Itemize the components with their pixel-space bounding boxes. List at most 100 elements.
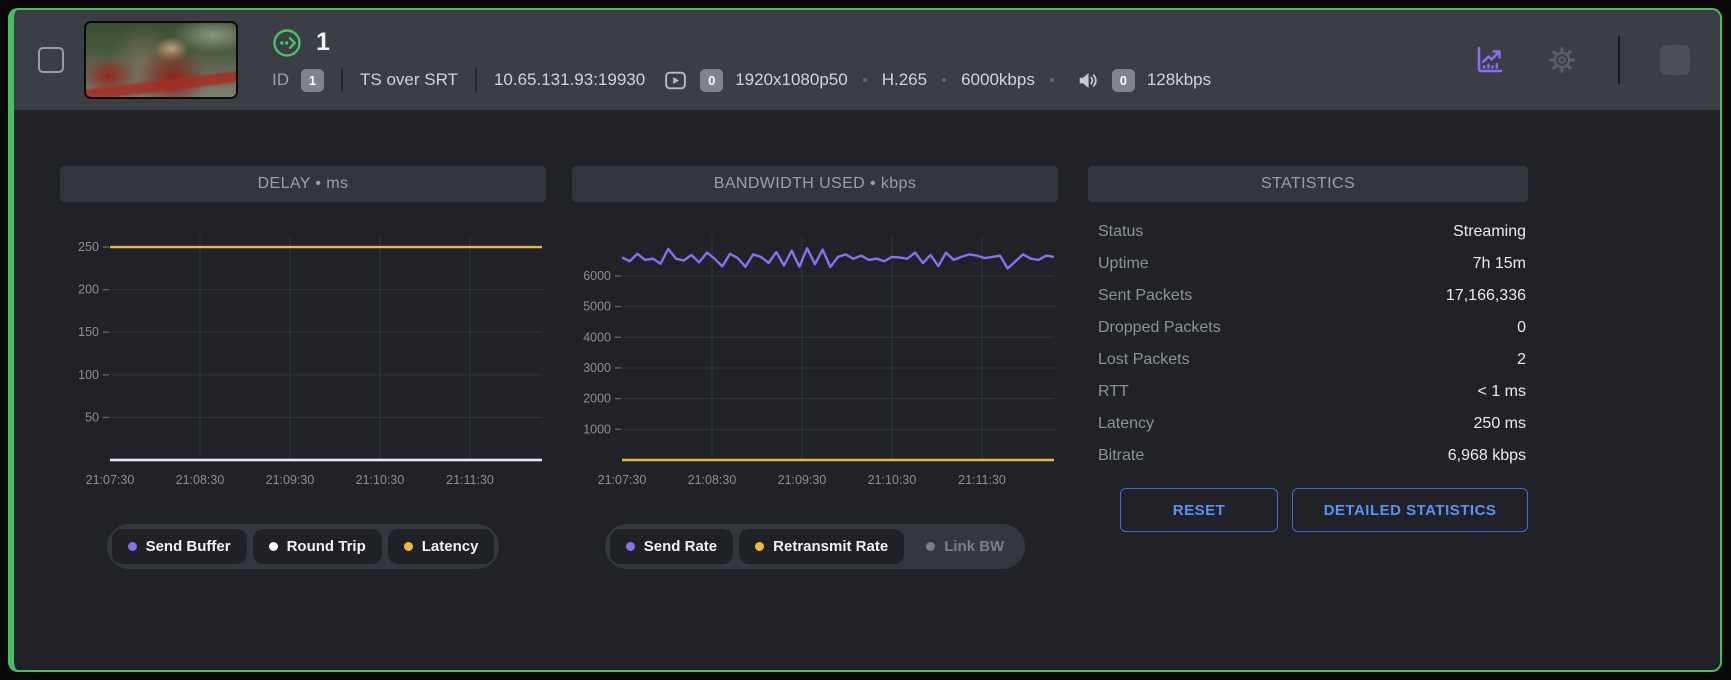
stat-row-rtt: RTT < 1 ms — [1088, 376, 1528, 408]
svg-text:3000: 3000 — [583, 361, 611, 375]
legend-dot — [404, 542, 413, 551]
bandwidth-panel: BANDWIDTH USED • kbps 100020003000400050… — [572, 166, 1058, 569]
stat-value: 7h 15m — [1473, 255, 1526, 273]
svg-text:250: 250 — [78, 240, 99, 254]
select-stream-checkbox[interactable] — [38, 47, 64, 73]
video-thumbnail-preview[interactable] — [84, 21, 238, 99]
legend-item-latency[interactable]: Latency — [388, 529, 495, 564]
dot-separator — [1050, 78, 1054, 82]
delay-chart-legend: Send Buffer Round Trip Latency — [107, 524, 500, 569]
stat-label: Sent Packets — [1098, 287, 1192, 305]
legend-item-send-rate[interactable]: Send Rate — [610, 529, 733, 564]
separator — [1618, 36, 1620, 84]
legend-label: Retransmit Rate — [773, 538, 888, 555]
legend-item-link-bw[interactable]: Link BW — [910, 529, 1020, 564]
svg-text:5000: 5000 — [583, 300, 611, 314]
svg-text:21:10:30: 21:10:30 — [356, 473, 405, 487]
legend-label: Send Buffer — [146, 538, 231, 555]
svg-text:21:07:30: 21:07:30 — [86, 473, 135, 487]
dot-separator — [863, 78, 867, 82]
stream-address: 10.65.131.93:19930 — [494, 70, 645, 90]
stream-info-block: 1 ID 1 TS over SRT 10.65.131.93:19930 0 … — [272, 28, 1211, 93]
legend-dot — [626, 542, 635, 551]
header-actions — [1472, 36, 1690, 84]
legend-dot — [269, 542, 278, 551]
svg-text:50: 50 — [85, 410, 99, 424]
svg-text:21:08:30: 21:08:30 — [176, 473, 225, 487]
legend-label: Send Rate — [644, 538, 717, 555]
audio-bitrate: 128kbps — [1147, 70, 1211, 90]
svg-text:150: 150 — [78, 325, 99, 339]
stat-value: 6,968 kbps — [1448, 447, 1526, 465]
svg-text:21:07:30: 21:07:30 — [598, 473, 647, 487]
reset-button[interactable]: RESET — [1120, 488, 1278, 532]
svg-text:2000: 2000 — [583, 392, 611, 406]
video-codec: H.265 — [882, 70, 927, 90]
stream-card: 1 ID 1 TS over SRT 10.65.131.93:19930 0 … — [8, 8, 1722, 672]
id-label: ID — [272, 70, 289, 90]
video-bitrate: 6000kbps — [961, 70, 1035, 90]
delay-chart: 50 100 150 200 250 21:07:30 21:08:30 21:09:30 21… — [60, 222, 546, 494]
stat-row-bitrate: Bitrate 6,968 kbps — [1088, 440, 1528, 472]
legend-dot — [755, 542, 764, 551]
statistics-panel-title: STATISTICS — [1088, 166, 1528, 202]
legend-item-round-trip[interactable]: Round Trip — [253, 529, 382, 564]
stat-row-status: Status Streaming — [1088, 216, 1528, 248]
svg-text:200: 200 — [78, 283, 99, 297]
stat-label: Status — [1098, 223, 1143, 241]
legend-dot — [926, 542, 935, 551]
legend-label: Round Trip — [287, 538, 366, 555]
stat-value: 17,166,336 — [1446, 287, 1526, 305]
stream-card-body: DELAY • ms 50 100 150 200 250 21:07:30 21:08:3… — [14, 110, 1720, 670]
stream-details-row: ID 1 TS over SRT 10.65.131.93:19930 0 19… — [272, 68, 1211, 93]
statistics-rows: Status Streaming Uptime7h 15m Sent Packets 1… — [1088, 216, 1528, 472]
stat-value: Streaming — [1453, 223, 1526, 241]
bandwidth-chart: 10002000300040005000600021:07:3021:08:30… — [572, 222, 1058, 494]
separator — [341, 68, 343, 92]
stat-row-sent-packets: Sent Packets 17,166,336 — [1088, 280, 1528, 312]
stat-label: Lost Packets — [1098, 351, 1190, 369]
legend-item-retransmit-rate[interactable]: Retransmit Rate — [739, 529, 904, 564]
legend-item-send-buffer[interactable]: Send Buffer — [112, 529, 247, 564]
dot-separator — [942, 78, 946, 82]
detailed-statistics-button[interactable]: DETAILED STATISTICS — [1292, 488, 1528, 532]
legend-dot — [128, 542, 137, 551]
stat-label: RTT — [1098, 383, 1129, 401]
stream-id-row: 1 — [272, 28, 1211, 58]
delay-panel-title: DELAY • ms — [60, 166, 546, 202]
audio-track-count-badge: 0 — [1112, 69, 1135, 92]
line-chart-icon — [1472, 43, 1506, 77]
svg-text:21:08:30: 21:08:30 — [688, 473, 737, 487]
legend-label: Link BW — [944, 538, 1004, 555]
stat-value: < 1 ms — [1478, 383, 1526, 401]
statistics-buttons-row: RESET DETAILED STATISTICS — [1088, 488, 1528, 532]
svg-text:6000: 6000 — [583, 269, 611, 283]
settings-button[interactable] — [1546, 44, 1578, 76]
delay-panel: DELAY • ms 50 100 150 200 250 21:07:30 21:08:3… — [60, 166, 546, 569]
stat-row-latency: Latency 250 ms — [1088, 408, 1528, 440]
statistics-panel: STATISTICS StatusStreamingUptime7h 15mSe… — [1088, 166, 1528, 532]
gear-icon — [1546, 44, 1578, 76]
svg-text:21:09:30: 21:09:30 — [266, 473, 315, 487]
svg-text:1000: 1000 — [583, 422, 611, 436]
stat-row-uptime: Uptime7h 15m — [1088, 248, 1528, 280]
stream-number: 1 — [316, 30, 330, 55]
stat-row-lost-packets: Lost Packets 2 — [1088, 344, 1528, 376]
stat-value: 2 — [1517, 351, 1526, 369]
bandwidth-panel-title: BANDWIDTH USED • kbps — [572, 166, 1058, 202]
video-track-icon — [663, 68, 688, 93]
svg-text:100: 100 — [78, 368, 99, 382]
id-badge: 1 — [301, 69, 324, 92]
bandwidth-chart-legend: Send Rate Retransmit Rate Link BW — [605, 524, 1025, 569]
stat-label: Bitrate — [1098, 447, 1144, 465]
svg-text:21:10:30: 21:10:30 — [868, 473, 917, 487]
video-track-count-badge: 0 — [700, 69, 723, 92]
separator — [475, 68, 477, 92]
stat-label: Latency — [1098, 415, 1154, 433]
statistics-chart-button[interactable] — [1472, 43, 1506, 77]
stop-stream-button[interactable] — [1660, 45, 1690, 75]
outgoing-stream-icon — [272, 28, 302, 58]
stream-card-header: 1 ID 1 TS over SRT 10.65.131.93:19930 0 … — [14, 10, 1720, 110]
stat-value: 250 ms — [1474, 415, 1526, 433]
svg-text:21:11:30: 21:11:30 — [446, 473, 494, 487]
